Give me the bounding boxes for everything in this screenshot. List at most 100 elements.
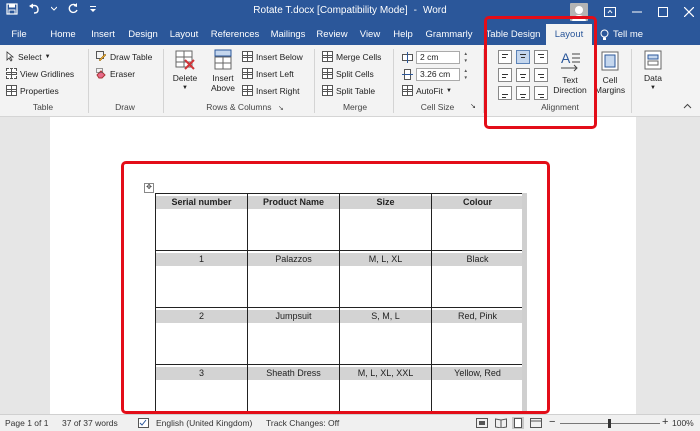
delete-button[interactable]: Delete ▼	[168, 49, 202, 93]
table-cell[interactable]: S, M, L	[339, 307, 432, 365]
align-top-right-button[interactable]	[534, 50, 548, 64]
print-layout-icon[interactable]	[512, 417, 524, 429]
row-height-input[interactable]: 2 cm	[416, 50, 468, 64]
table-cell[interactable]: Colour	[431, 193, 524, 251]
data-button[interactable]: Data ▼	[638, 49, 668, 93]
divider	[88, 49, 89, 113]
tab-grammarly[interactable]: Grammarly	[422, 24, 476, 45]
ribbon-panel: Select ▼ View Gridlines Properties Table…	[0, 45, 700, 117]
language[interactable]: English (United Kingdom)	[156, 418, 252, 428]
select-label: Select	[18, 51, 42, 62]
align-center-left-button[interactable]	[498, 68, 512, 82]
cell-text: Yellow, Red	[432, 367, 523, 380]
app-name: Word	[422, 5, 447, 16]
properties-icon	[6, 85, 17, 96]
insert-right-button[interactable]: Insert Right	[242, 85, 299, 96]
insert-above-button[interactable]: Insert Above	[206, 49, 240, 93]
table-cell[interactable]: Jumpsuit	[247, 307, 340, 365]
select-button[interactable]: Select ▼	[6, 51, 51, 62]
avatar[interactable]	[570, 3, 588, 21]
read-mode-icon[interactable]	[495, 418, 507, 428]
tab-mailings[interactable]: Mailings	[265, 24, 311, 45]
merge-cells-button[interactable]: Merge Cells	[322, 51, 381, 62]
column-width-input[interactable]: 3.26 cm	[416, 67, 468, 81]
tell-me-box[interactable]: Tell me	[600, 24, 660, 45]
table-cell[interactable]: Sheath Dress	[247, 364, 340, 422]
tab-home[interactable]: Home	[46, 24, 80, 45]
title-bar: Rotate T.docx [Compatibility Mode] - Word	[0, 0, 700, 24]
zoom-in-icon[interactable]: +	[662, 416, 668, 428]
table-cell[interactable]: M, L, XL	[339, 250, 432, 308]
tab-insert[interactable]: Insert	[86, 24, 120, 45]
tab-view[interactable]: View	[355, 24, 385, 45]
group-label-cell-size: Cell Size	[410, 102, 465, 112]
align-top-center-button[interactable]	[516, 50, 530, 64]
tab-review[interactable]: Review	[313, 24, 351, 45]
track-changes-status[interactable]: Track Changes: Off	[266, 418, 339, 428]
table-cell[interactable]: Black	[431, 250, 524, 308]
focus-mode-icon[interactable]	[476, 418, 488, 428]
align-center-button[interactable]	[516, 68, 530, 82]
table-cell[interactable]: M, L, XL, XXL	[339, 364, 432, 422]
ribbon-display-icon[interactable]	[604, 7, 616, 17]
insert-below-button[interactable]: Insert Below	[242, 51, 303, 62]
table-cell[interactable]: Red, Pink	[431, 307, 524, 365]
eraser-icon	[96, 68, 106, 79]
tab-table-design[interactable]: Table Design	[484, 24, 542, 45]
dialog-launcher-icon[interactable]: ↘	[278, 105, 284, 112]
draw-table-button[interactable]: Draw Table	[96, 51, 152, 62]
align-bottom-left-button[interactable]	[498, 86, 512, 100]
document-table[interactable]: Serial number Product Name Size Colour 1…	[155, 193, 524, 422]
split-cells-icon	[322, 68, 333, 79]
cell-text: Palazzos	[248, 253, 339, 266]
minimize-icon[interactable]	[632, 7, 642, 17]
table-cell[interactable]: Serial number	[155, 193, 248, 251]
align-bottom-right-button[interactable]	[534, 86, 548, 100]
tab-layout[interactable]: Layout	[166, 24, 202, 45]
table-cell[interactable]: 3	[155, 364, 248, 422]
zoom-level[interactable]: 100%	[672, 418, 694, 428]
close-icon[interactable]	[684, 7, 694, 17]
tab-references[interactable]: References	[207, 24, 263, 45]
word-count[interactable]: 37 of 37 words	[62, 418, 118, 428]
eraser-label: Eraser	[110, 68, 136, 79]
page-count[interactable]: Page 1 of 1	[5, 418, 48, 428]
draw-table-label: Draw Table	[110, 51, 153, 62]
align-top-left-button[interactable]	[498, 50, 512, 64]
split-table-label: Split Table	[336, 85, 376, 96]
zoom-out-icon[interactable]: −	[549, 416, 555, 428]
table-cell[interactable]: 1	[155, 250, 248, 308]
properties-button[interactable]: Properties	[6, 85, 59, 96]
tab-design[interactable]: Design	[124, 24, 162, 45]
eraser-button[interactable]: Eraser	[96, 68, 135, 79]
table-cell[interactable]: 2	[155, 307, 248, 365]
cell-margins-icon	[601, 51, 619, 71]
table-cell[interactable]: Yellow, Red	[431, 364, 524, 422]
text-direction-button[interactable]: A Text Direction	[550, 49, 590, 95]
insert-left-button[interactable]: Insert Left	[242, 68, 294, 79]
table-cell[interactable]: Size	[339, 193, 432, 251]
tab-file[interactable]: File	[4, 24, 34, 45]
autofit-button[interactable]: AutoFit ▼	[402, 85, 452, 96]
document-name: Rotate T.docx [Compatibility Mode]	[253, 5, 408, 16]
zoom-slider-thumb[interactable]	[608, 419, 611, 428]
table-move-handle[interactable]: ✥	[144, 183, 154, 193]
data-icon	[644, 50, 662, 70]
proofing-icon[interactable]	[138, 418, 149, 428]
align-center-right-button[interactable]	[534, 68, 548, 82]
align-bottom-center-button[interactable]	[516, 86, 530, 100]
dialog-launcher-icon[interactable]: ↘	[470, 102, 476, 110]
split-cells-button[interactable]: Split Cells	[322, 68, 374, 79]
collapse-ribbon-icon[interactable]	[683, 103, 692, 109]
maximize-icon[interactable]	[658, 7, 668, 17]
split-table-button[interactable]: Split Table	[322, 85, 375, 96]
tab-table-layout[interactable]: Layout	[546, 24, 592, 45]
tab-help[interactable]: Help	[390, 24, 416, 45]
split-cells-label: Split Cells	[336, 68, 374, 79]
table-cell[interactable]: Product Name	[247, 193, 340, 251]
table-cell[interactable]: Palazzos	[247, 250, 340, 308]
view-gridlines-button[interactable]: View Gridlines	[6, 68, 74, 79]
cell-margins-button[interactable]: Cell Margins	[594, 49, 626, 95]
web-layout-icon[interactable]	[530, 418, 542, 428]
cell-text: S, M, L	[340, 310, 431, 323]
